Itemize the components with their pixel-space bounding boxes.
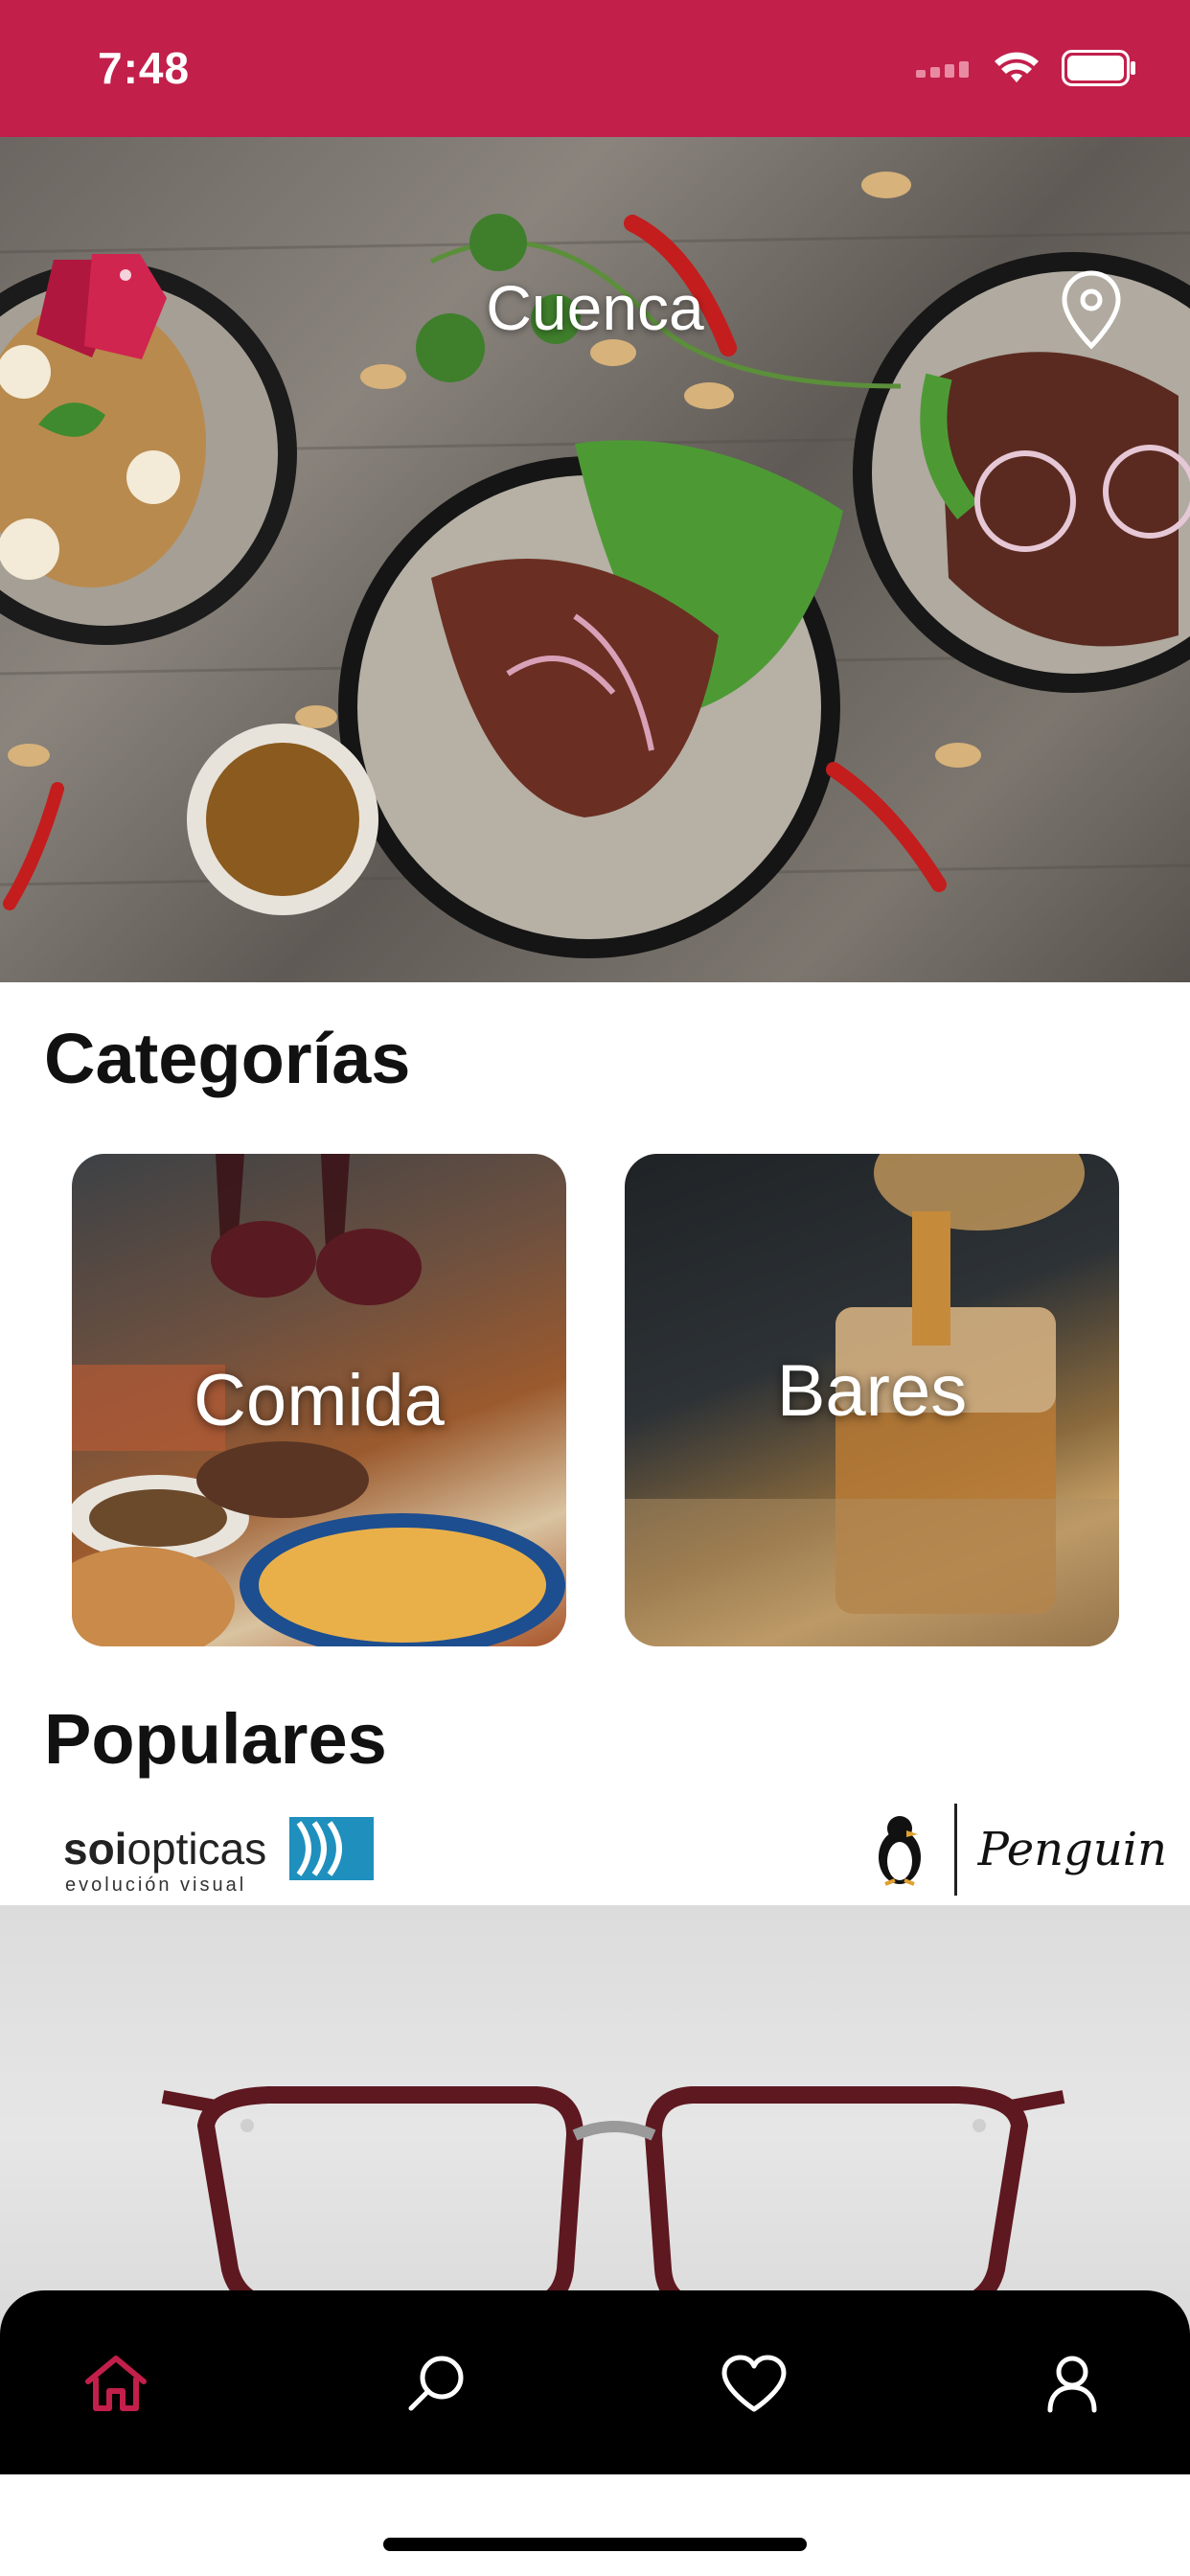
city-title[interactable]: Cuenca xyxy=(0,271,1190,344)
soi-tagline: evolución visual xyxy=(65,1874,247,1896)
categories-title: Categorías xyxy=(44,1019,411,1098)
wifi-icon xyxy=(995,52,1039,82)
soi-brand-rest: opticas xyxy=(126,1824,267,1874)
soi-opticas-logo: SOIopticas evolución visual xyxy=(63,1817,375,1896)
tab-favorites[interactable] xyxy=(711,2340,797,2426)
status-icons xyxy=(916,50,1136,86)
hero-food-image xyxy=(0,172,1190,958)
soi-mark-icon xyxy=(289,1817,375,1880)
category-card-bares[interactable]: Bares xyxy=(625,1154,1119,1646)
tab-profile[interactable] xyxy=(1029,2340,1115,2426)
eyeglasses-image xyxy=(161,2086,1065,2316)
bottom-tab-bar xyxy=(0,2290,1190,2474)
category-label: Comida xyxy=(194,1359,445,1441)
penguin-brand-text: Penguin xyxy=(977,1823,1167,1876)
cellular-signal-icon xyxy=(916,61,969,78)
category-label: Bares xyxy=(776,1349,968,1432)
home-indicator xyxy=(383,2538,807,2551)
popular-title: Populares xyxy=(44,1699,387,1779)
battery-icon xyxy=(1062,50,1135,86)
tab-home[interactable] xyxy=(73,2340,159,2426)
hero-banner: Cuenca xyxy=(0,137,1190,982)
location-pin-icon[interactable] xyxy=(1060,269,1123,352)
status-bar: 7:48 xyxy=(0,0,1190,137)
soi-brand-bold: SOI xyxy=(63,1824,127,1874)
home-icon xyxy=(85,2356,147,2411)
brand-strip[interactable]: SOIopticas evolución visual Penguin xyxy=(0,1792,1190,1905)
tab-search[interactable] xyxy=(393,2340,479,2426)
category-card-comida[interactable]: Comida xyxy=(72,1154,566,1646)
heart-icon xyxy=(721,2355,787,2412)
penguin-logo: Penguin xyxy=(866,1802,1167,1898)
status-time: 7:48 xyxy=(98,43,191,93)
search-icon xyxy=(408,2356,464,2411)
user-icon xyxy=(1047,2356,1097,2413)
penguin-icon xyxy=(878,1816,921,1886)
popular-promo-image[interactable] xyxy=(0,1905,1190,2356)
